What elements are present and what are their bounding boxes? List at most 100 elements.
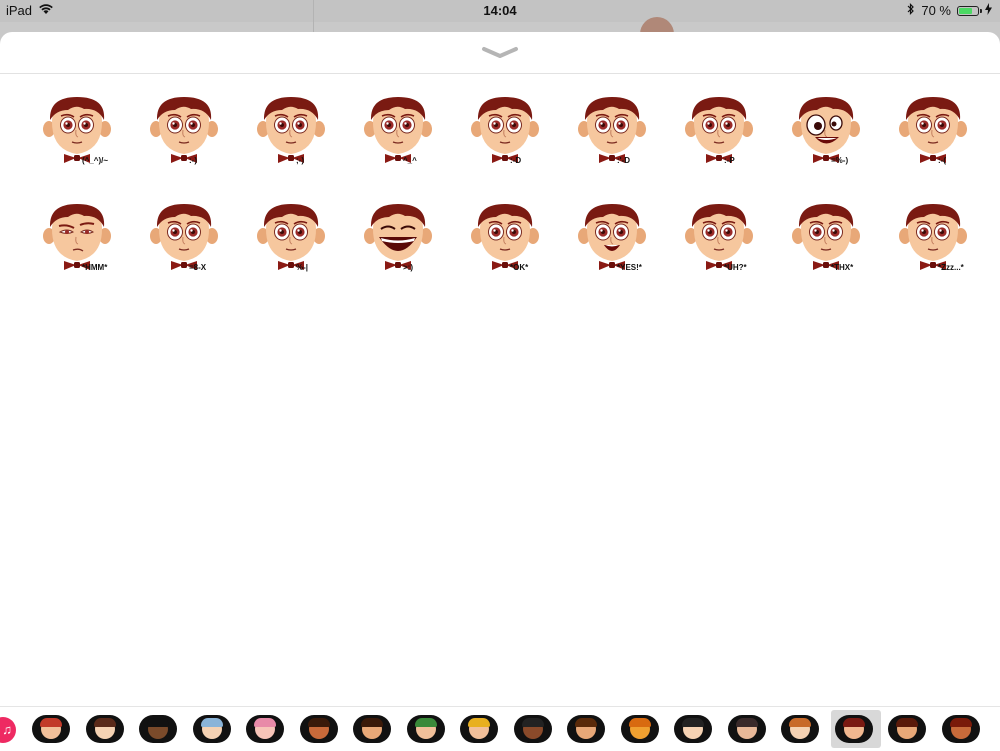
sticker-face-image	[685, 204, 753, 270]
sticker-item[interactable]: *Zzz...*	[896, 199, 976, 285]
app-icon-sticker-pack-13[interactable]	[674, 715, 712, 743]
collapse-chevron-icon[interactable]	[480, 44, 520, 60]
app-hair-shape	[842, 718, 865, 727]
sticker-caption: *YES!*	[617, 263, 642, 272]
sticker-item[interactable]: *OK*	[468, 199, 548, 285]
sticker-caption: :-D	[510, 156, 522, 165]
sticker-item[interactable]: :-P	[682, 92, 762, 178]
app-hair-shape	[200, 718, 223, 727]
sticker-face-image	[471, 97, 539, 163]
sticker-item[interactable]: =8-X	[147, 199, 227, 285]
sticker-item[interactable]: *THX*	[789, 199, 869, 285]
charging-bolt-icon	[985, 3, 992, 18]
sticker-face-image	[792, 204, 860, 270]
app-icon-sticker-pack-11[interactable]	[567, 715, 605, 743]
app-icon-sticker-pack-3[interactable]	[139, 715, 177, 743]
app-icon-sticker-pack-18[interactable]	[941, 715, 980, 743]
status-right: 70 %	[907, 3, 992, 18]
app-hair-shape	[93, 718, 116, 727]
sticker-item[interactable]: =%-)	[789, 92, 869, 178]
status-bar: iPad 14:04 70 %	[0, 0, 1000, 22]
sticker-face-image	[43, 97, 111, 163]
sticker-item[interactable]: :-(	[896, 92, 976, 178]
battery-percent: 70 %	[921, 3, 951, 18]
sticker-face-image	[685, 97, 753, 163]
app-icon-sticker-pack-7[interactable]	[353, 715, 391, 743]
sheet-separator	[0, 73, 1000, 74]
sticker-caption: *Zzz...*	[938, 263, 964, 272]
sticker-item[interactable]: ^_^	[361, 92, 441, 178]
app-icon-sticker-pack-1[interactable]	[32, 715, 70, 743]
sticker-caption: ^_^	[403, 156, 417, 165]
app-icon-sticker-pack-14[interactable]	[727, 715, 766, 743]
app-hair-shape	[254, 718, 276, 727]
sticker-face-image	[364, 97, 432, 163]
app-icon-sticker-pack-4[interactable]	[192, 715, 231, 743]
sticker-caption: =%-)	[831, 156, 849, 165]
app-drawer: ♫	[0, 706, 1000, 751]
app-hair-shape	[147, 718, 169, 727]
sticker-caption: :-)	[189, 156, 197, 165]
sticker-caption: *HMM*	[82, 263, 108, 272]
sticker-face-image	[578, 204, 646, 270]
sticker-item[interactable]: (^_^)/~	[40, 92, 120, 178]
sticker-caption: :-(	[938, 156, 946, 165]
app-icon-sticker-pack-16[interactable]	[834, 715, 873, 743]
app-icon-sticker-pack-8[interactable]	[406, 715, 445, 743]
sticker-face-image	[257, 97, 325, 163]
sticker-item[interactable]: :'-D	[575, 92, 655, 178]
app-icon-sticker-pack-6[interactable]	[299, 715, 338, 743]
sticker-item[interactable]: :-)	[147, 92, 227, 178]
sticker-item[interactable]: >:)	[361, 199, 441, 285]
battery-icon	[957, 5, 982, 16]
app-icon-sticker-pack-12[interactable]	[620, 715, 659, 743]
sticker-item[interactable]: :-D	[468, 92, 548, 178]
app-icon-sticker-pack-10[interactable]	[513, 715, 552, 743]
sticker-item[interactable]: *HMM*	[40, 199, 120, 285]
sticker-caption: ;-)	[296, 156, 304, 165]
app-hair-shape	[789, 718, 811, 727]
app-hair-shape	[896, 718, 918, 727]
sticker-caption: *UH?*	[724, 263, 747, 272]
sticker-face-image	[150, 204, 218, 270]
app-icon-sticker-pack-9[interactable]	[460, 715, 498, 743]
app-icon-sticker-pack-17[interactable]	[888, 715, 926, 743]
music-app-icon[interactable]: ♫	[0, 717, 16, 743]
sticker-face-image	[43, 204, 111, 270]
sticker-face-image	[364, 204, 432, 270]
bluetooth-icon	[907, 3, 915, 18]
sticker-face-image	[899, 97, 967, 163]
sticker-caption: %-|	[296, 263, 309, 272]
app-hair-shape	[735, 718, 758, 727]
sticker-face-image	[578, 97, 646, 163]
app-hair-shape	[521, 718, 544, 727]
sticker-item[interactable]: *YES!*	[575, 199, 655, 285]
sticker-face-image	[899, 204, 967, 270]
sticker-caption: =8-X	[189, 263, 207, 272]
sticker-face-image	[792, 97, 860, 163]
sticker-item[interactable]: %-|	[254, 199, 334, 285]
app-hair-shape	[468, 718, 490, 727]
sticker-item[interactable]: ;-)	[254, 92, 334, 178]
sticker-caption: >:)	[403, 263, 413, 272]
app-icon-sticker-pack-2[interactable]	[85, 715, 124, 743]
app-hair-shape	[307, 718, 330, 727]
app-icon-sticker-pack-5[interactable]	[246, 715, 284, 743]
app-hair-shape	[949, 718, 972, 727]
app-hair-shape	[628, 718, 651, 727]
app-hair-shape	[361, 718, 383, 727]
app-hair-shape	[575, 718, 597, 727]
sticker-face-image	[150, 97, 218, 163]
sticker-item[interactable]: *UH?*	[682, 199, 762, 285]
app-icon-sticker-pack-15[interactable]	[781, 715, 819, 743]
sticker-face-image	[471, 204, 539, 270]
background-divider	[313, 0, 314, 32]
app-hair-shape	[682, 718, 704, 727]
sticker-caption: :-P	[724, 156, 735, 165]
app-hair-shape	[414, 718, 437, 727]
sticker-caption: *OK*	[510, 263, 529, 272]
sticker-caption: (^_^)/~	[82, 156, 109, 165]
sticker-sheet: (^_^)/~ :-) ;-) ^_^:-D:'-D:-P =%-):-…	[0, 32, 1000, 750]
status-time: 14:04	[483, 3, 517, 18]
battery-level-fill	[959, 7, 972, 14]
